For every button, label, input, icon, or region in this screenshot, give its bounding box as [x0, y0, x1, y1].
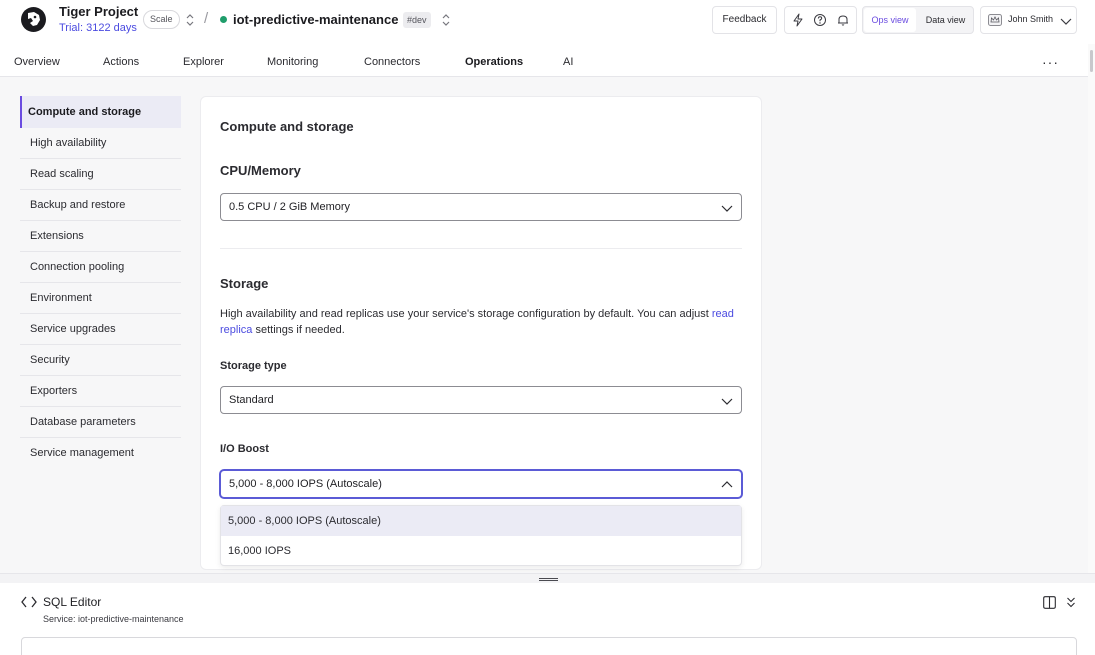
scrollbar-thumb[interactable] [1090, 50, 1093, 72]
page-title: Compute and storage [220, 119, 354, 134]
sidebar-item-connection-pooling[interactable]: Connection pooling [20, 252, 181, 283]
user-name: John Smith [1008, 14, 1054, 24]
tab-operations[interactable]: Operations [465, 56, 523, 68]
chevron-down-icon [721, 395, 733, 409]
view-toggle: Ops view Data view [862, 6, 974, 34]
panel-icon[interactable] [1043, 596, 1056, 612]
tab-actions[interactable]: Actions [103, 56, 139, 68]
crown-icon [988, 14, 1002, 26]
sidebar-item-read-scaling[interactable]: Read scaling [20, 159, 181, 190]
storage-type-label: Storage type [220, 360, 287, 372]
io-boost-select[interactable]: 5,000 - 8,000 IOPS (Autoscale) [220, 470, 742, 498]
sidebar-item-service-management[interactable]: Service management [20, 438, 181, 469]
sidebar-item-database-parameters[interactable]: Database parameters [20, 407, 181, 438]
trial-remaining: Trial: 3122 days [59, 22, 137, 34]
io-boost-dropdown: 5,000 - 8,000 IOPS (Autoscale) 16,000 IO… [220, 505, 742, 566]
storage-type-value: Standard [229, 394, 274, 406]
storage-type-select[interactable]: Standard [220, 386, 742, 414]
chevron-down-icon [1060, 15, 1072, 29]
tab-ai[interactable]: AI [563, 56, 573, 68]
sidebar-item-security[interactable]: Security [20, 345, 181, 376]
lightning-icon[interactable] [791, 13, 805, 27]
io-boost-value: 5,000 - 8,000 IOPS (Autoscale) [229, 478, 382, 490]
tab-connectors[interactable]: Connectors [364, 56, 420, 68]
header-icon-group [784, 6, 857, 34]
sidebar-item-service-upgrades[interactable]: Service upgrades [20, 314, 181, 345]
panel-resizer[interactable] [0, 573, 1095, 583]
data-view-button[interactable]: Data view [918, 8, 973, 32]
env-tag: #dev [403, 12, 431, 28]
io-boost-label: I/O Boost [220, 443, 269, 455]
service-updown-icon[interactable] [441, 13, 451, 27]
compute-storage-card: Compute and storage CPU/Memory 0.5 CPU /… [200, 96, 762, 570]
cpu-memory-value: 0.5 CPU / 2 GiB Memory [229, 201, 351, 213]
help-icon[interactable] [813, 13, 827, 27]
sql-editor-input[interactable] [21, 637, 1077, 655]
chevron-up-icon [721, 479, 733, 493]
sidebar-item-exporters[interactable]: Exporters [20, 376, 181, 407]
user-menu-button[interactable]: John Smith [980, 6, 1077, 34]
main-tabs: Overview Actions Explorer Monitoring Con… [0, 44, 1088, 77]
chevron-down-icon [721, 202, 733, 216]
main-content: Compute and storage High availability Re… [0, 77, 1088, 573]
project-updown-icon[interactable] [185, 13, 195, 27]
page-scrollbar[interactable] [1088, 44, 1095, 574]
storage-description: High availability and read replicas use … [220, 308, 734, 336]
storage-heading: Storage [220, 276, 269, 291]
io-boost-option-autoscale[interactable]: 5,000 - 8,000 IOPS (Autoscale) [221, 506, 741, 536]
cpu-memory-heading: CPU/Memory [220, 163, 301, 178]
breadcrumb-separator: / [204, 10, 209, 27]
sql-editor-service: Service: iot-predictive-maintenance [43, 614, 184, 624]
plan-badge: Scale [143, 10, 180, 29]
feedback-button[interactable]: Feedback [712, 6, 777, 34]
sidebar-item-compute-and-storage[interactable]: Compute and storage [20, 96, 181, 128]
sidebar-item-extensions[interactable]: Extensions [20, 221, 181, 252]
tab-explorer[interactable]: Explorer [183, 56, 224, 68]
sidebar-item-backup-and-restore[interactable]: Backup and restore [20, 190, 181, 221]
service-name[interactable]: iot-predictive-maintenance [233, 12, 398, 27]
tab-overview[interactable]: Overview [14, 56, 60, 68]
cpu-memory-select[interactable]: 0.5 CPU / 2 GiB Memory [220, 193, 742, 221]
sql-editor-title: SQL Editor [43, 595, 102, 609]
section-divider [220, 248, 742, 249]
sql-editor-panel: SQL Editor Service: iot-predictive-maint… [0, 583, 1095, 655]
resize-grip-icon[interactable] [539, 578, 558, 579]
code-icon [21, 596, 37, 611]
sidebar-item-environment[interactable]: Environment [20, 283, 181, 314]
service-status-dot [220, 16, 227, 23]
tab-monitoring[interactable]: Monitoring [267, 56, 318, 68]
ops-view-button[interactable]: Ops view [864, 8, 916, 32]
double-chevron-down-icon[interactable] [1066, 596, 1076, 612]
more-options-icon[interactable]: ··· [1042, 54, 1059, 70]
tiger-logo-icon[interactable] [21, 7, 46, 32]
operations-sidebar: Compute and storage High availability Re… [20, 96, 181, 469]
io-boost-option-16000[interactable]: 16,000 IOPS [221, 536, 741, 566]
bell-icon[interactable] [836, 13, 850, 27]
project-name[interactable]: Tiger Project [59, 4, 138, 19]
sidebar-item-high-availability[interactable]: High availability [20, 128, 181, 159]
top-bar: Tiger Project Trial: 3122 days Scale / i… [0, 0, 1095, 44]
